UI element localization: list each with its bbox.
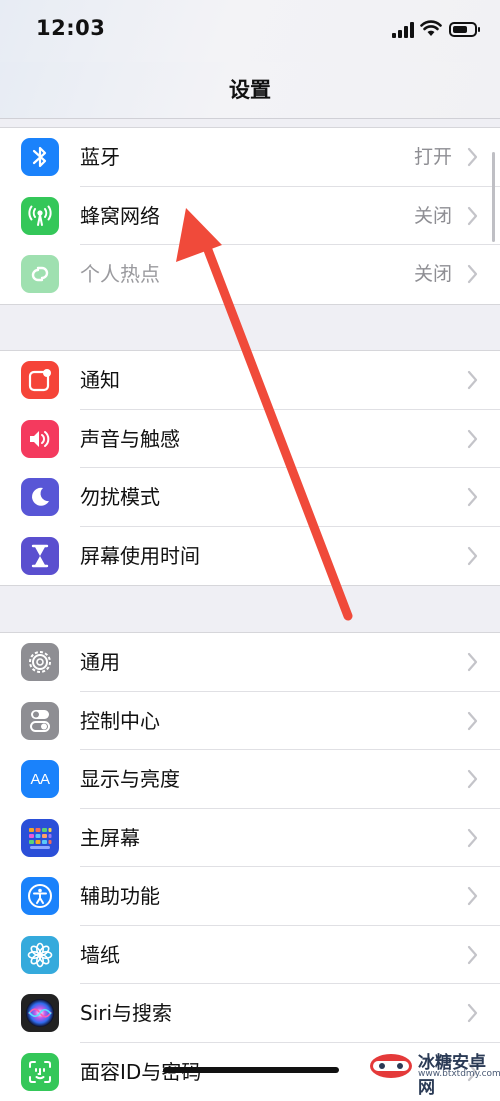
bluetooth-icon [21, 138, 59, 176]
settings-row-label: Siri与搜索 [80, 984, 172, 1043]
status-time: 12:03 [36, 16, 105, 40]
chevron-right-icon [467, 370, 478, 390]
chevron-right-icon [467, 828, 478, 848]
scroll-indicator[interactable] [492, 152, 495, 242]
settings-row-notifications[interactable]: 通知 [0, 351, 500, 410]
chevron-right-icon [467, 652, 478, 672]
face-id-icon [21, 1053, 59, 1091]
settings-row-home-screen[interactable]: 主屏幕 [0, 809, 500, 868]
settings-row-display[interactable]: AA 显示与亮度 [0, 750, 500, 809]
cellular-signal-icon [392, 22, 416, 38]
settings-row-hotspot[interactable]: 个人热点 关闭 [0, 245, 500, 304]
text-size-icon: AA [21, 760, 59, 798]
hotspot-chain-icon [21, 255, 59, 293]
settings-row-label: 通知 [80, 351, 120, 410]
toggles-icon [21, 702, 59, 740]
chevron-right-icon [467, 487, 478, 507]
settings-row-label: 主屏幕 [80, 809, 140, 868]
settings-row-label: 控制中心 [80, 692, 160, 751]
settings-row-label: 个人热点 [80, 245, 160, 304]
settings-row-screen-time[interactable]: 屏幕使用时间 [0, 527, 500, 586]
hourglass-icon [21, 537, 59, 575]
siri-icon [21, 994, 59, 1032]
home-indicator[interactable] [163, 1067, 339, 1073]
chevron-right-icon [467, 429, 478, 449]
settings-row-accessibility[interactable]: 辅助功能 [0, 867, 500, 926]
settings-row-label: 显示与亮度 [80, 750, 180, 809]
settings-row-label: 墙纸 [80, 926, 120, 985]
settings-row-general[interactable]: 通用 [0, 633, 500, 692]
watermark: 冰糖安卓网 www.btxtdmy.com [368, 1048, 498, 1082]
settings-row-siri[interactable]: Siri与搜索 [0, 984, 500, 1043]
watermark-url: www.btxtdmy.com [418, 1069, 500, 1079]
settings-row-control-center[interactable]: 控制中心 [0, 692, 500, 751]
chevron-right-icon [467, 264, 478, 284]
notifications-icon [21, 361, 59, 399]
home-grid-icon [21, 819, 59, 857]
chevron-right-icon [467, 945, 478, 965]
flower-icon [21, 936, 59, 974]
settings-row-label: 声音与触感 [80, 410, 180, 469]
battery-icon [449, 22, 477, 37]
accessibility-icon [21, 877, 59, 915]
settings-group-general: 通用 控制中心 AA 显示与亮度 [0, 632, 500, 1101]
settings-row-label: 蜂窝网络 [80, 187, 160, 246]
chevron-right-icon [467, 206, 478, 226]
wifi-icon [420, 18, 442, 38]
settings-row-label: 辅助功能 [80, 867, 160, 926]
chevron-right-icon [467, 147, 478, 167]
moon-icon [21, 478, 59, 516]
cellular-antenna-icon [21, 197, 59, 235]
settings-row-wallpaper[interactable]: 墙纸 [0, 926, 500, 985]
chevron-right-icon [467, 769, 478, 789]
chevron-right-icon [467, 1003, 478, 1023]
settings-row-value: 关闭 [414, 187, 452, 246]
settings-row-label: 勿扰模式 [80, 468, 160, 527]
settings-row-sounds[interactable]: 声音与触感 [0, 410, 500, 469]
text-size-glyph: AA [30, 771, 49, 788]
watermark-logo-icon [368, 1048, 414, 1080]
settings-group-connectivity: 蓝牙 打开 蜂窝网络 关闭 个人热点 关闭 [0, 127, 500, 305]
settings-row-do-not-disturb[interactable]: 勿扰模式 [0, 468, 500, 527]
settings-row-bluetooth[interactable]: 蓝牙 打开 [0, 128, 500, 187]
settings-row-label: 通用 [80, 633, 120, 692]
settings-row-cellular[interactable]: 蜂窝网络 关闭 [0, 187, 500, 246]
settings-row-label: 屏幕使用时间 [80, 527, 200, 586]
settings-row-label: 蓝牙 [80, 128, 120, 187]
gear-icon [21, 643, 59, 681]
status-bar: 12:03 [0, 0, 500, 62]
page-title: 设置 [0, 74, 500, 104]
settings-row-value: 打开 [414, 128, 452, 187]
settings-group-notifications: 通知 声音与触感 勿扰模式 屏幕使用时间 [0, 350, 500, 586]
nav-bar: 设置 [0, 62, 500, 119]
chevron-right-icon [467, 886, 478, 906]
chevron-right-icon [467, 711, 478, 731]
chevron-right-icon [467, 546, 478, 566]
speaker-icon [21, 420, 59, 458]
settings-row-value: 关闭 [414, 245, 452, 304]
